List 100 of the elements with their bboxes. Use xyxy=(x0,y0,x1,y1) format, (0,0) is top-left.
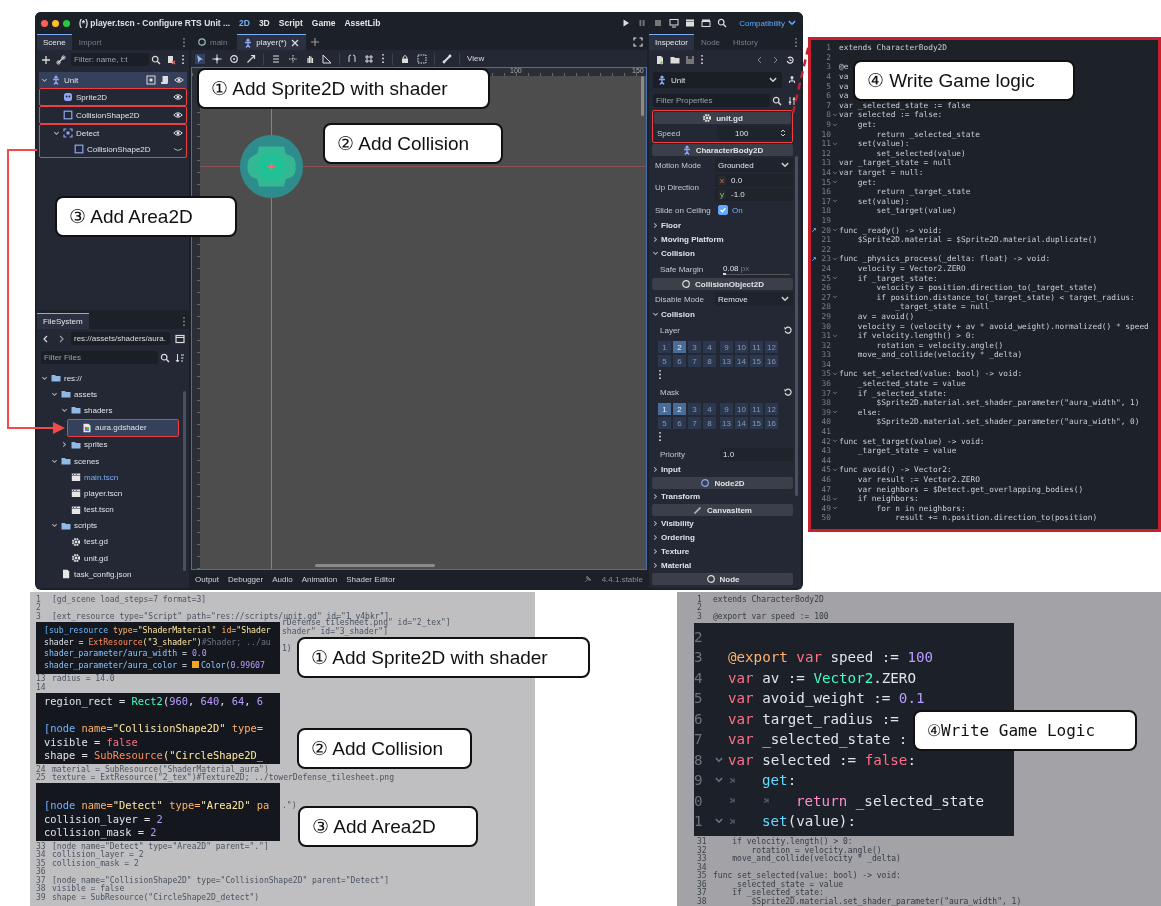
eye-icon[interactable] xyxy=(173,128,183,138)
layer-toggle[interactable]: 2 xyxy=(673,403,686,415)
bottom-panel-tab[interactable]: Debugger xyxy=(228,574,264,584)
dropdown[interactable]: Grounded xyxy=(715,158,793,172)
section-header[interactable]: Node xyxy=(652,573,793,585)
layer-toggle[interactable]: 11 xyxy=(750,341,763,353)
chevron-right-icon[interactable] xyxy=(652,222,659,229)
layer-toggle[interactable]: 13 xyxy=(720,355,733,367)
checkbox[interactable] xyxy=(718,205,728,215)
tree-item[interactable]: Detect xyxy=(40,125,186,141)
chevron-down-icon[interactable] xyxy=(51,457,58,465)
minimize-button[interactable] xyxy=(52,19,59,27)
grid-icon[interactable] xyxy=(364,53,374,64)
layer-toggle[interactable]: 7 xyxy=(688,355,701,367)
zoom-button[interactable] xyxy=(63,19,70,27)
layer-toggle[interactable]: 5 xyxy=(658,355,671,367)
layer-toggle[interactable]: 7 xyxy=(688,417,701,429)
rotate-icon[interactable] xyxy=(229,53,239,64)
sort-icon[interactable] xyxy=(175,352,185,363)
file-item[interactable]: shaders xyxy=(39,402,179,419)
file-item[interactable]: unit.gd xyxy=(39,550,179,567)
tree-item[interactable]: CollisionShape2D xyxy=(40,141,186,157)
dock-tab[interactable]: Import xyxy=(72,34,108,50)
layer-toggle[interactable]: 10 xyxy=(735,403,748,415)
layer-toggle[interactable]: 12 xyxy=(765,341,778,353)
viewport[interactable] xyxy=(200,76,646,569)
close-icon[interactable] xyxy=(289,37,300,48)
magnifier-icon[interactable] xyxy=(717,18,728,28)
scrollbar[interactable] xyxy=(795,156,798,496)
layer-toggle[interactable]: 13 xyxy=(720,417,733,429)
number-field[interactable]: x 0.0 xyxy=(715,174,793,187)
workspace-tab[interactable]: Script xyxy=(278,18,303,28)
dock-tab[interactable]: Inspector xyxy=(649,34,694,50)
settings-icon[interactable] xyxy=(787,95,797,106)
monitor-icon[interactable] xyxy=(669,18,680,28)
layer-toggle[interactable]: 6 xyxy=(673,355,686,367)
override-icon[interactable] xyxy=(811,227,817,234)
chevron-right-icon[interactable] xyxy=(652,548,659,555)
layer-toggle[interactable]: 4 xyxy=(703,403,716,415)
filter-field[interactable]: Filter Files xyxy=(41,351,158,364)
workspace-tab[interactable]: 3D xyxy=(258,18,270,28)
close-button[interactable] xyxy=(41,19,48,27)
link-icon[interactable] xyxy=(56,54,66,65)
layer-toggle[interactable]: 11 xyxy=(750,403,763,415)
chevron-right-icon[interactable] xyxy=(652,534,659,541)
document-tab[interactable]: main xyxy=(191,34,234,50)
section-header[interactable]: Node2D xyxy=(652,477,793,489)
property-group[interactable]: Transform xyxy=(652,490,793,503)
bottom-panel-tab[interactable]: Output xyxy=(195,574,219,584)
file-item[interactable]: main.tscn xyxy=(39,469,179,486)
more-icon[interactable] xyxy=(182,315,186,327)
layer-toggle[interactable]: 2 xyxy=(673,341,686,353)
clapperboard-icon[interactable] xyxy=(701,18,712,28)
script-remove-icon[interactable] xyxy=(166,54,176,65)
list-icon[interactable] xyxy=(271,53,281,64)
more-icon[interactable] xyxy=(658,369,662,380)
layer-toggle[interactable]: 16 xyxy=(765,355,778,367)
file-item[interactable]: aura.gdshader xyxy=(68,419,178,436)
property-group[interactable]: Floor xyxy=(652,219,793,232)
square-dot-icon[interactable] xyxy=(146,75,156,85)
object-dropdown[interactable]: Unit xyxy=(653,72,782,88)
eye-icon[interactable] xyxy=(174,75,184,85)
section-header[interactable]: unit.gd xyxy=(654,112,791,124)
number-field[interactable]: 100 xyxy=(717,126,791,140)
chevron-down-icon[interactable] xyxy=(53,129,60,137)
property-group[interactable]: Texture xyxy=(652,545,793,558)
chevron-right-icon[interactable] xyxy=(652,236,659,243)
workspace-tab[interactable]: 2D xyxy=(239,18,250,28)
tree-item[interactable]: CollisionShape2D xyxy=(40,107,186,123)
split-view-icon[interactable] xyxy=(175,333,185,344)
dropdown[interactable]: Remove xyxy=(715,292,793,306)
workspace-tab[interactable]: Game xyxy=(311,18,336,28)
property-group[interactable]: Ordering xyxy=(652,531,793,544)
reset-icon[interactable] xyxy=(783,387,793,397)
more-icon[interactable] xyxy=(658,431,662,442)
more-icon[interactable] xyxy=(794,36,798,48)
dock-tab[interactable]: FileSystem xyxy=(37,313,89,329)
fullscreen-icon[interactable] xyxy=(633,37,643,47)
eye-icon[interactable] xyxy=(173,110,183,120)
tree-item[interactable]: Sprite2D xyxy=(40,89,186,105)
workspace-tab[interactable]: AssetLib xyxy=(344,18,381,28)
file-item[interactable]: player.tscn xyxy=(39,485,179,502)
pivot-icon[interactable] xyxy=(288,53,298,64)
chevron-right-icon[interactable] xyxy=(652,520,659,527)
section-header[interactable]: CharacterBody2D xyxy=(652,144,793,156)
bottom-panel-tab[interactable]: Audio xyxy=(272,574,293,584)
layer-toggle[interactable]: 3 xyxy=(688,403,701,415)
more-icon[interactable] xyxy=(700,54,704,65)
property-group[interactable]: Input xyxy=(652,463,793,476)
chevron-right-icon[interactable] xyxy=(652,562,659,569)
view-menu[interactable]: View xyxy=(467,54,485,63)
group-icon[interactable] xyxy=(417,53,427,64)
property-group[interactable]: Collision xyxy=(652,308,793,321)
scale-icon[interactable] xyxy=(246,53,256,64)
chevron-down-icon[interactable] xyxy=(41,374,48,382)
layer-toggle[interactable]: 1 xyxy=(658,403,671,415)
pin-icon[interactable] xyxy=(582,574,593,584)
chevron-down-icon[interactable] xyxy=(41,76,48,84)
history-icon[interactable] xyxy=(785,54,795,65)
renderer-dropdown[interactable]: Compatibility xyxy=(739,18,797,28)
